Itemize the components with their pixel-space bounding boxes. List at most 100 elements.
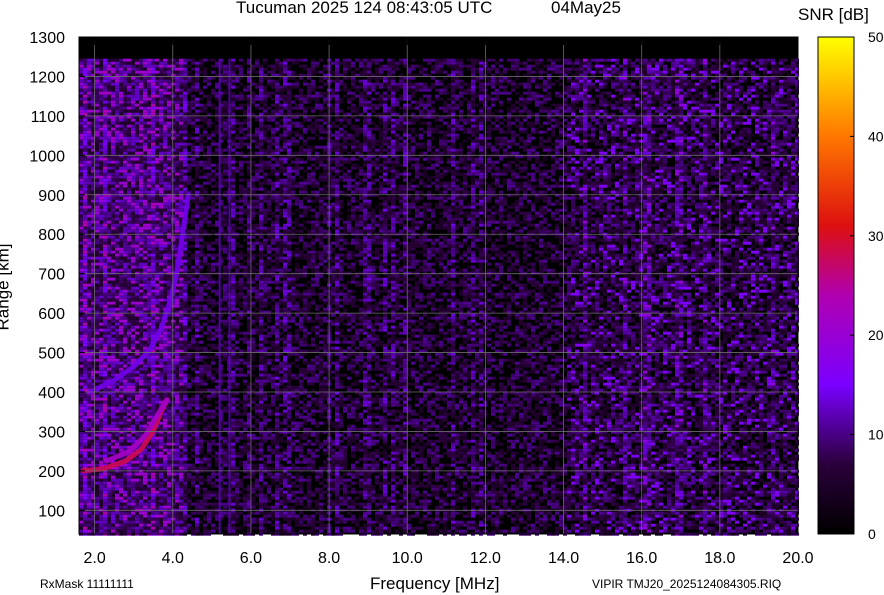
heatmap-cell (123, 433, 127, 437)
heatmap-cell (127, 325, 131, 329)
heatmap-cell (139, 265, 143, 269)
heatmap-cell (147, 526, 151, 530)
heatmap-cell (115, 271, 119, 275)
heatmap-cell (187, 133, 191, 137)
heatmap-cell (87, 325, 91, 329)
heatmap-cell (199, 364, 203, 368)
heatmap-cell (151, 196, 155, 200)
heatmap-cell (119, 472, 123, 476)
heatmap-cell (115, 76, 119, 80)
heatmap-cell (131, 178, 135, 182)
heatmap-cell (175, 511, 179, 515)
heatmap-cell (195, 412, 199, 416)
heatmap-cell (123, 442, 127, 446)
heatmap-cell (207, 175, 211, 179)
heatmap-cell (87, 205, 91, 209)
heatmap-cell (159, 58, 163, 62)
heatmap-cell (147, 178, 151, 182)
heatmap-cell (127, 130, 131, 134)
heatmap-cell (191, 103, 195, 107)
heatmap-cell (167, 169, 171, 173)
heatmap-cell (143, 247, 147, 251)
heatmap-cell (103, 70, 107, 74)
heatmap-cell (87, 322, 91, 326)
heatmap-cell (139, 238, 143, 242)
heatmap-cell (83, 382, 87, 386)
heatmap-cell (123, 505, 127, 509)
heatmap-cell (199, 379, 203, 383)
heatmap-cell (155, 202, 159, 206)
heatmap-cell (151, 235, 155, 239)
heatmap-cell (183, 145, 187, 149)
heatmap-cell (199, 442, 203, 446)
heatmap-cell (87, 448, 91, 452)
heatmap-cell (183, 400, 187, 404)
heatmap-cell (211, 184, 215, 188)
heatmap-cell (83, 412, 87, 416)
heatmap-cell (103, 82, 107, 86)
heatmap-cell (155, 241, 159, 245)
heatmap-cell (191, 526, 195, 530)
heatmap-cell (103, 229, 107, 233)
heatmap-cell (111, 157, 115, 161)
heatmap-cell (119, 106, 123, 110)
heatmap-cell (115, 514, 119, 518)
heatmap-cell (95, 427, 99, 431)
heatmap-cell (123, 106, 127, 110)
heatmap-cell (155, 403, 159, 407)
heatmap-cell (83, 406, 87, 410)
heatmap-cell (139, 193, 143, 197)
heatmap-cell (147, 520, 151, 524)
heatmap-cell (159, 244, 163, 248)
heatmap-cell (107, 424, 111, 428)
heatmap-cell (79, 124, 83, 128)
heatmap-cell (159, 118, 163, 122)
heatmap-cell (199, 358, 203, 362)
heatmap-cell (87, 64, 91, 68)
heatmap-cell (175, 364, 179, 368)
heatmap-cell (175, 328, 179, 332)
heatmap-cell (103, 100, 107, 104)
heatmap-cell (179, 394, 183, 398)
heatmap-cell (167, 388, 171, 392)
heatmap-cell (127, 361, 131, 365)
heatmap-cell (143, 412, 147, 416)
heatmap-cell (87, 127, 91, 131)
heatmap-cell (107, 376, 111, 380)
heatmap-cell (119, 397, 123, 401)
heatmap-cell (183, 166, 187, 170)
heatmap-cell (199, 355, 203, 359)
heatmap-cell (99, 319, 103, 323)
heatmap-cell (199, 193, 203, 197)
heatmap-cell (195, 466, 199, 470)
heatmap-cell (135, 199, 139, 203)
heatmap-cell (151, 76, 155, 80)
heatmap-cell (127, 271, 131, 275)
heatmap-cell (95, 445, 99, 449)
heatmap-cell (163, 229, 167, 233)
heatmap-cell (183, 499, 187, 503)
heatmap-cell (159, 436, 163, 440)
heatmap-cell (127, 346, 131, 350)
heatmap-cell (163, 337, 167, 341)
heatmap-cell (199, 235, 203, 239)
heatmap-cell (159, 109, 163, 113)
heatmap-cell (187, 88, 191, 92)
heatmap-cell (103, 328, 107, 332)
heatmap-cell (183, 343, 187, 347)
heatmap-cell (103, 289, 107, 293)
heatmap-cell (95, 286, 99, 290)
heatmap-cell (79, 436, 83, 440)
heatmap-cell (151, 79, 155, 83)
heatmap-cell (159, 433, 163, 437)
heatmap-cell (115, 61, 119, 65)
heatmap-cell (99, 307, 103, 311)
heatmap-cell (79, 136, 83, 140)
heatmap-cell (139, 379, 143, 383)
heatmap-cell (111, 358, 115, 362)
heatmap-cell (195, 400, 199, 404)
heatmap-cell (207, 97, 211, 101)
heatmap-cell (83, 169, 87, 173)
heatmap-cell (123, 445, 127, 449)
heatmap-cell (111, 166, 115, 170)
